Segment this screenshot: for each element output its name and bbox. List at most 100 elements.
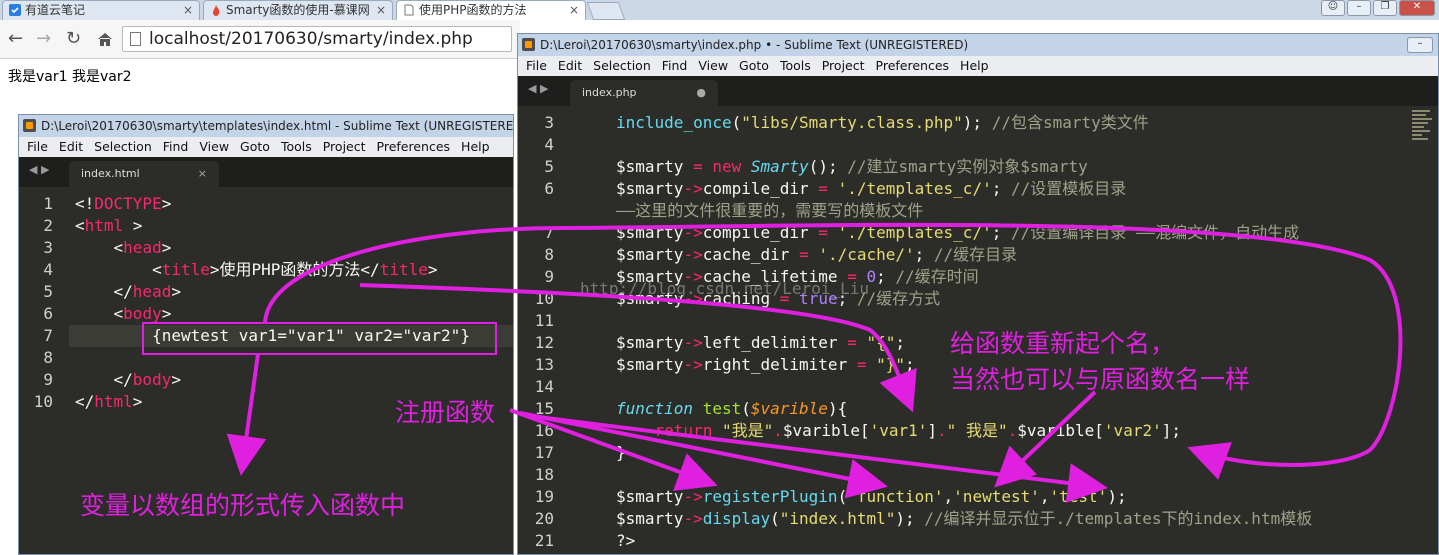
code-line[interactable]: $smarty->left_delimiter = "{"; bbox=[616, 332, 905, 354]
code-token: > bbox=[132, 392, 143, 411]
code-line[interactable]: ——这里的文件很重要的，需要写的模板文件 bbox=[616, 200, 923, 222]
menu-item-goto[interactable]: Goto bbox=[739, 58, 769, 73]
code-token: $smarty bbox=[616, 245, 684, 264]
reload-icon[interactable]: ↻ bbox=[66, 28, 81, 49]
editor-tab-index-html[interactable]: index.html × bbox=[69, 161, 219, 187]
menu-item-project[interactable]: Project bbox=[323, 139, 366, 154]
code-line[interactable]: $smarty = new Smarty(); //建立smarty实例对象$s… bbox=[616, 156, 1088, 178]
minimize-icon[interactable]: – bbox=[1407, 37, 1433, 53]
code-token: -> bbox=[683, 223, 703, 242]
code-token: body bbox=[123, 304, 162, 323]
menu-item-file[interactable]: File bbox=[526, 58, 547, 73]
code-token: > bbox=[427, 260, 438, 279]
code-line[interactable]: $smarty->cache_dir = './cache/'; //缓存目录 bbox=[616, 244, 1017, 266]
menu-item-find[interactable]: Find bbox=[662, 58, 688, 73]
code-line[interactable]: return "我是".$varible['var1']." 我是".$vari… bbox=[616, 420, 1181, 442]
code-line[interactable]: </head> bbox=[75, 281, 181, 303]
menu-item-help[interactable]: Help bbox=[960, 58, 989, 73]
menu-item-goto[interactable]: Goto bbox=[240, 139, 270, 154]
code-token: 'var2' bbox=[1103, 421, 1162, 440]
browser-tab-label: 使用PHP函数的方法 bbox=[419, 3, 527, 17]
code-token: -> bbox=[683, 355, 703, 374]
code-token: head bbox=[123, 238, 162, 257]
home-icon[interactable] bbox=[96, 31, 114, 47]
code-token: < bbox=[75, 216, 85, 235]
code-line[interactable]: $smarty->right_delimiter = "}"; bbox=[616, 354, 915, 376]
code-line[interactable]: <title>使用PHP函数的方法</title> bbox=[75, 259, 438, 281]
code-token: ; bbox=[991, 179, 1011, 198]
browser-tab-youdao[interactable]: 有道云笔记 × bbox=[2, 0, 200, 20]
menu-item-tools[interactable]: Tools bbox=[281, 139, 312, 154]
browser-tab-smarty[interactable]: Smarty函数的使用-慕课网 × bbox=[203, 0, 393, 20]
code-line[interactable]: $smarty->registerPlugin('function','newt… bbox=[616, 486, 1127, 508]
minimap[interactable] bbox=[1412, 110, 1432, 152]
menu-item-edit[interactable]: Edit bbox=[558, 58, 582, 73]
menu-item-edit[interactable]: Edit bbox=[59, 139, 83, 154]
menu-item-selection[interactable]: Selection bbox=[94, 139, 152, 154]
code-line[interactable]: $smarty->compile_dir = './templates_c/';… bbox=[616, 222, 1299, 244]
address-bar[interactable]: localhost/20170630/smarty/index.php bbox=[122, 26, 512, 52]
user-icon[interactable]: ☺ bbox=[1321, 0, 1345, 16]
code-line[interactable]: $smarty->display("index.html"); //编译并显示位… bbox=[616, 508, 1312, 530]
code-token: , bbox=[943, 487, 954, 506]
close-icon[interactable]: × bbox=[198, 161, 207, 187]
code-token: . bbox=[773, 421, 783, 440]
browser-tab-label: 有道云笔记 bbox=[25, 3, 86, 17]
code-line[interactable]: include_once("libs/Smarty.class.php"); /… bbox=[616, 112, 1149, 134]
page-icon bbox=[404, 4, 414, 16]
line-number: 8 bbox=[544, 245, 554, 264]
menu-item-selection[interactable]: Selection bbox=[593, 58, 651, 73]
tab-scroll-arrows-icon[interactable]: ◀ ▶ bbox=[528, 82, 548, 95]
forward-arrow-icon[interactable]: → bbox=[36, 28, 51, 49]
unsaved-dot-icon[interactable]: ● bbox=[696, 80, 706, 106]
code-token: . bbox=[1007, 421, 1018, 440]
code-token: 'test' bbox=[1049, 487, 1108, 506]
code-line[interactable]: <html > bbox=[75, 215, 142, 237]
menu-bar: File Edit Selection Find View Goto Tools Projec… bbox=[19, 137, 513, 157]
close-icon[interactable]: × bbox=[183, 1, 193, 20]
code-line[interactable]: <head> bbox=[75, 237, 172, 259]
menu-item-preferences[interactable]: Preferences bbox=[876, 58, 950, 73]
code-line[interactable]: $smarty->compile_dir = './templates_c/';… bbox=[616, 178, 1126, 200]
new-tab-button[interactable] bbox=[586, 2, 626, 20]
code-token: ); bbox=[1107, 487, 1127, 506]
menu-item-preferences[interactable]: Preferences bbox=[377, 139, 451, 154]
back-arrow-icon[interactable]: ← bbox=[8, 28, 23, 49]
code-line[interactable]: ?> bbox=[616, 530, 635, 552]
code-token: < bbox=[75, 260, 162, 279]
restore-icon[interactable]: ❐ bbox=[1373, 0, 1397, 16]
code-line[interactable]: </html> bbox=[75, 391, 142, 413]
code-token: left_delimiter bbox=[702, 333, 848, 352]
window-title-bar: D:\Leroi\20170630\smarty\index.php • - S… bbox=[518, 34, 1438, 56]
code-line[interactable]: </body> bbox=[75, 369, 181, 391]
menu-item-file[interactable]: File bbox=[27, 139, 48, 154]
menu-item-view[interactable]: View bbox=[698, 58, 728, 73]
tab-scroll-arrows-icon[interactable]: ◀ ▶ bbox=[29, 163, 49, 176]
editor-tab-index-php[interactable]: index.php ● bbox=[570, 80, 718, 106]
code-token: ?> bbox=[616, 531, 636, 550]
code-token: > bbox=[171, 282, 181, 301]
menu-item-help[interactable]: Help bbox=[461, 139, 490, 154]
code-line[interactable]: <!DOCTYPE> bbox=[75, 193, 171, 215]
menu-item-view[interactable]: View bbox=[199, 139, 229, 154]
annotation-array-pass: 变量以数组的形式传入函数中 bbox=[80, 491, 406, 520]
line-number: 11 bbox=[534, 311, 554, 330]
close-window-icon[interactable]: ✕ bbox=[1399, 0, 1435, 16]
code-line[interactable]: } bbox=[616, 442, 626, 464]
menu-item-tools[interactable]: Tools bbox=[780, 58, 811, 73]
code-token: body bbox=[132, 370, 172, 389]
menu-item-project[interactable]: Project bbox=[822, 58, 865, 73]
close-icon[interactable]: × bbox=[376, 1, 386, 20]
code-token: ——这里的文件很重要的，需要写的模板文件 bbox=[616, 201, 924, 220]
code-token: $smarty bbox=[616, 509, 684, 528]
close-icon[interactable]: × bbox=[569, 1, 579, 20]
code-token: ; bbox=[876, 267, 896, 286]
browser-tab-php-functions[interactable]: 使用PHP函数的方法 × bbox=[396, 0, 586, 20]
line-number: 12 bbox=[534, 333, 554, 352]
code-line[interactable]: function test($varible){ bbox=[616, 398, 847, 420]
minimize-icon[interactable]: – bbox=[1347, 0, 1371, 16]
menu-item-find[interactable]: Find bbox=[163, 139, 189, 154]
